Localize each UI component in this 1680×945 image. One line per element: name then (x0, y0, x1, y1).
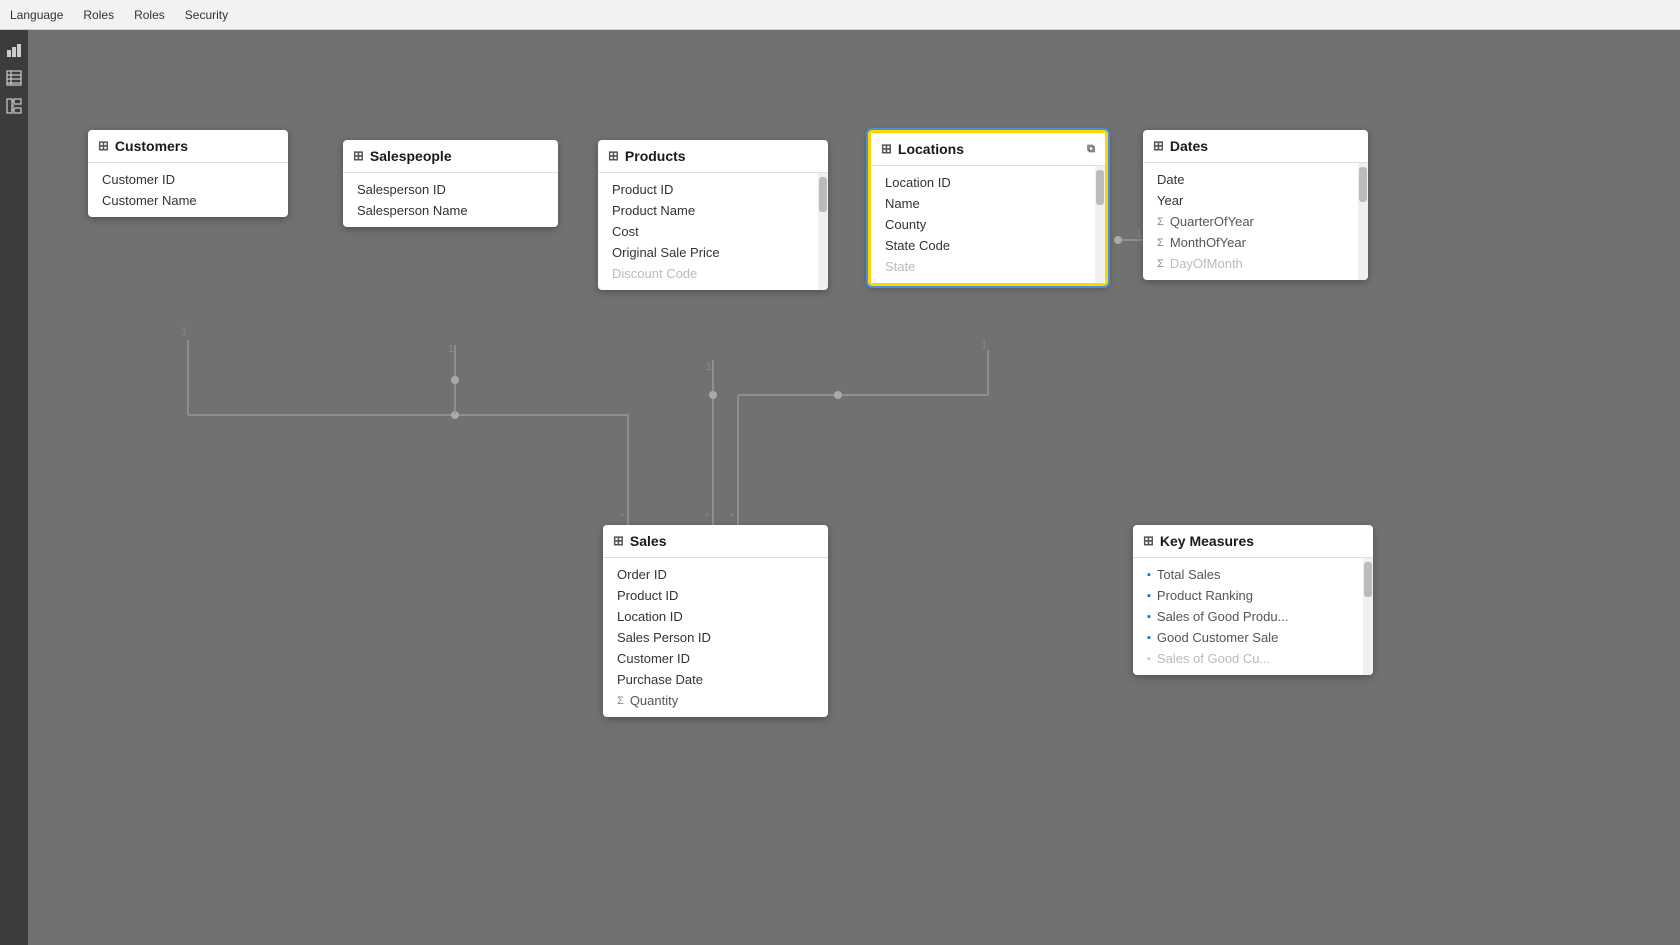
salespeople-field-1-label: Salesperson Name (357, 203, 468, 218)
relationship-icon[interactable] (4, 96, 24, 116)
svg-text:*: * (620, 511, 625, 523)
dates-table-icon: ⊞ (1153, 138, 1164, 154)
dates-field-2[interactable]: Σ QuarterOfYear (1143, 211, 1356, 232)
customers-table-body: Customer ID Customer Name (88, 163, 288, 217)
measure-icon-2: ▪ (1147, 611, 1151, 623)
measure-icon-3: ▪ (1147, 632, 1151, 644)
svg-text:1: 1 (448, 343, 454, 355)
salespeople-table-icon: ⊞ (353, 148, 364, 164)
measure-icon-1: ▪ (1147, 590, 1151, 602)
sales-table-header: ⊞ Sales (603, 525, 828, 558)
products-field-1[interactable]: Product Name (598, 200, 816, 221)
measure-icon-0: ▪ (1147, 569, 1151, 581)
language-menu[interactable]: Language (10, 8, 63, 22)
roles-menu-2[interactable]: Roles (134, 8, 165, 22)
locations-field-4[interactable]: State (871, 256, 1093, 277)
sigma-icon-3: Σ (1157, 258, 1164, 270)
customers-table-header: ⊞ Customers (88, 130, 288, 163)
canvas: 1 * 1 1 * 1 * 1 ✦ ✦ ✦ ✦ ✦ ⊞ Custom (28, 30, 1680, 945)
locations-table-header: ⊞ Locations ⧉ (871, 133, 1105, 166)
sales-table-title: Sales (630, 533, 667, 549)
dates-table-header: ⊞ Dates (1143, 130, 1368, 163)
key-measures-table-body: ▪ Total Sales ▪ Product Ranking ▪ Sales … (1133, 558, 1373, 675)
products-table[interactable]: ⊞ Products Product ID Product Name Cost … (598, 140, 828, 290)
dates-table-title: Dates (1170, 138, 1208, 154)
security-menu[interactable]: Security (185, 8, 228, 22)
products-table-header: ⊞ Products (598, 140, 828, 173)
locations-field-0[interactable]: Location ID (871, 172, 1093, 193)
locations-table[interactable]: ⊞ Locations ⧉ Location ID Name County St… (868, 130, 1108, 286)
svg-text:1: 1 (706, 361, 712, 373)
customers-table-icon: ⊞ (98, 138, 109, 154)
sales-field-1[interactable]: Product ID (603, 585, 828, 606)
products-field-2[interactable]: Cost (598, 221, 816, 242)
key-measures-table-icon: ⊞ (1143, 533, 1154, 549)
salespeople-field-0[interactable]: Salesperson ID (343, 179, 558, 200)
salespeople-field-0-label: Salesperson ID (357, 182, 446, 197)
products-table-icon: ⊞ (608, 148, 619, 164)
sales-field-5[interactable]: Purchase Date (603, 669, 828, 690)
locations-field-3[interactable]: State Code (871, 235, 1093, 256)
km-field-4[interactable]: ▪ Sales of Good Cu... (1133, 648, 1361, 669)
measure-icon-4: ▪ (1147, 653, 1151, 665)
key-measures-table[interactable]: ⊞ Key Measures ▪ Total Sales ▪ Product R… (1133, 525, 1373, 675)
sigma-icon-2: Σ (1157, 237, 1164, 249)
km-field-2[interactable]: ▪ Sales of Good Produ... (1133, 606, 1361, 627)
sales-field-2[interactable]: Location ID (603, 606, 828, 627)
sigma-icon-sales: Σ (617, 695, 624, 707)
sales-field-6[interactable]: Σ Quantity (603, 690, 828, 711)
locations-field-2[interactable]: County (871, 214, 1093, 235)
dates-table-body: Date Year Σ QuarterOfYear Σ MonthOfYear … (1143, 163, 1368, 280)
km-field-1[interactable]: ▪ Product Ranking (1133, 585, 1361, 606)
products-table-title: Products (625, 148, 686, 164)
left-sidebar (0, 30, 28, 945)
products-field-4[interactable]: Discount Code (598, 263, 816, 284)
sales-table[interactable]: ⊞ Sales Order ID Product ID Location ID … (603, 525, 828, 717)
salespeople-table[interactable]: ⊞ Salespeople Salesperson ID Salesperson… (343, 140, 558, 227)
locations-table-title: Locations (898, 141, 964, 157)
dates-field-4[interactable]: Σ DayOfMonth (1143, 253, 1356, 274)
km-field-3[interactable]: ▪ Good Customer Sale (1133, 627, 1361, 648)
salespeople-table-title: Salespeople (370, 148, 452, 164)
salespeople-table-header: ⊞ Salespeople (343, 140, 558, 173)
locations-field-1[interactable]: Name (871, 193, 1093, 214)
dates-field-3[interactable]: Σ MonthOfYear (1143, 232, 1356, 253)
products-field-3[interactable]: Original Sale Price (598, 242, 816, 263)
svg-text:1: 1 (181, 326, 187, 338)
svg-text:*: * (730, 511, 735, 523)
salespeople-field-1[interactable]: Salesperson Name (343, 200, 558, 221)
locations-expand-icon[interactable]: ⧉ (1087, 143, 1095, 156)
customers-field-1-label: Customer Name (102, 193, 197, 208)
sales-table-body: Order ID Product ID Location ID Sales Pe… (603, 558, 828, 717)
svg-text:1: 1 (1136, 228, 1142, 240)
svg-text:1: 1 (981, 339, 987, 351)
km-field-0[interactable]: ▪ Total Sales (1133, 564, 1361, 585)
key-measures-table-title: Key Measures (1160, 533, 1254, 549)
sales-field-0[interactable]: Order ID (603, 564, 828, 585)
products-field-0[interactable]: Product ID (598, 179, 816, 200)
customers-field-1[interactable]: Customer Name (88, 190, 288, 211)
locations-table-body: Location ID Name County State Code State (871, 166, 1105, 283)
table-icon[interactable] (4, 68, 24, 88)
key-measures-table-header: ⊞ Key Measures (1133, 525, 1373, 558)
sales-field-3[interactable]: Sales Person ID (603, 627, 828, 648)
customers-table-title: Customers (115, 138, 188, 154)
products-table-body: Product ID Product Name Cost Original Sa… (598, 173, 828, 290)
locations-table-icon: ⊞ (881, 141, 892, 157)
dates-field-1[interactable]: Year (1143, 190, 1356, 211)
customers-field-0[interactable]: Customer ID (88, 169, 288, 190)
sigma-icon-1: Σ (1157, 216, 1164, 228)
dates-field-0[interactable]: Date (1143, 169, 1356, 190)
dates-table[interactable]: ⊞ Dates Date Year Σ QuarterOfYear Σ Mont… (1143, 130, 1368, 280)
sales-field-4[interactable]: Customer ID (603, 648, 828, 669)
svg-text:*: * (705, 511, 710, 523)
roles-menu-1[interactable]: Roles (83, 8, 114, 22)
customers-field-0-label: Customer ID (102, 172, 175, 187)
bar-chart-icon[interactable] (4, 40, 24, 60)
top-bar: Language Roles Roles Security (0, 0, 1680, 30)
customers-table[interactable]: ⊞ Customers Customer ID Customer Name (88, 130, 288, 217)
salespeople-table-body: Salesperson ID Salesperson Name (343, 173, 558, 227)
sales-table-icon: ⊞ (613, 533, 624, 549)
